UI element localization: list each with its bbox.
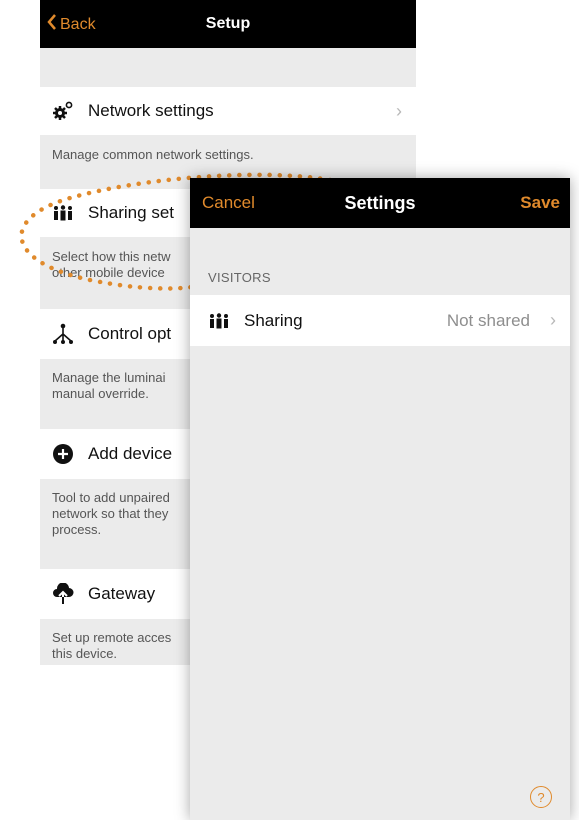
back-button[interactable]: Back — [47, 14, 96, 35]
network-settings-row[interactable]: Network settings › — [40, 87, 416, 135]
row-description: Manage common network settings. — [52, 147, 254, 162]
chevron-right-icon: › — [396, 100, 402, 121]
help-icon[interactable]: ? — [530, 786, 552, 808]
people-icon — [52, 202, 74, 224]
sharing-value: Not shared — [446, 310, 530, 330]
section-header: VISITORS — [208, 270, 271, 285]
page-title: Setup — [205, 15, 251, 32]
cloud-upload-icon — [52, 583, 74, 605]
row-label: Sharing set — [88, 203, 174, 222]
row-label: Add device — [88, 444, 173, 463]
save-button[interactable]: Save — [520, 193, 560, 213]
settings-navbar: Cancel Settings Save — [190, 178, 570, 228]
cancel-button[interactable]: Cancel — [202, 193, 255, 213]
gear-icon — [52, 100, 74, 122]
row-description: Tool to add unpaired network so that the… — [52, 490, 170, 537]
chevron-left-icon — [47, 14, 57, 35]
settings-screen: Cancel Settings Save VISITORS Sharing No… — [190, 178, 570, 820]
row-label: Sharing — [244, 310, 303, 330]
row-description: Select how this netw other mobile device — [52, 249, 171, 280]
hierarchy-icon — [52, 323, 74, 345]
back-label: Back — [60, 15, 96, 33]
row-description: Manage the luminai manual override. — [52, 370, 166, 401]
row-label: Control opt — [88, 324, 172, 343]
sharing-row[interactable]: Sharing Not shared › — [190, 295, 570, 346]
people-icon — [208, 310, 230, 332]
setup-navbar: Back Setup — [40, 0, 416, 48]
row-label: Gateway — [88, 584, 156, 603]
add-circle-icon — [52, 443, 74, 465]
row-description: Set up remote acces this device. — [52, 630, 172, 661]
chevron-right-icon: › — [550, 310, 556, 330]
row-label: Network settings — [88, 101, 214, 120]
